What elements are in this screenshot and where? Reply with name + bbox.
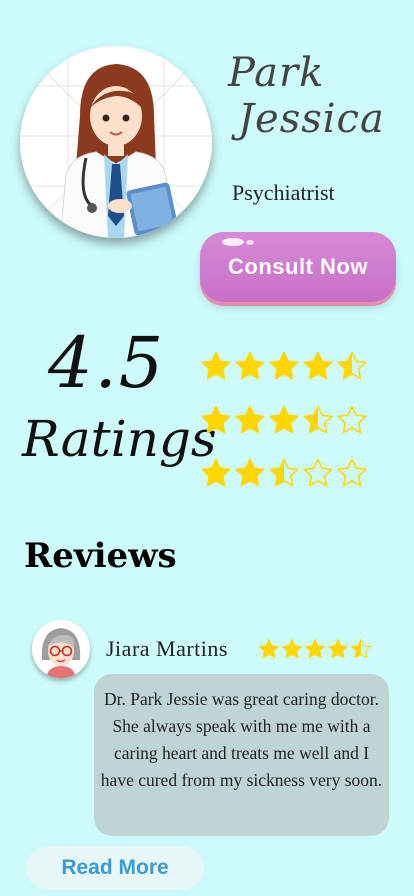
button-shine	[246, 240, 254, 245]
rating-stars-row	[200, 457, 368, 489]
star-half-icon	[269, 458, 299, 487]
star-full-icon	[269, 351, 299, 380]
rating-stars-row	[200, 350, 368, 382]
rating-label: Ratings	[22, 410, 217, 468]
review-text: Dr. Park Jessie was great caring doctor.…	[100, 689, 383, 790]
review-card: Dr. Park Jessie was great caring doctor.…	[94, 674, 389, 836]
star-empty-icon	[337, 405, 367, 434]
star-full-icon	[303, 351, 333, 380]
star-full-icon	[201, 458, 231, 487]
button-shine	[222, 238, 244, 246]
star-half-icon	[351, 639, 371, 659]
reviews-heading: Reviews	[24, 536, 177, 576]
reviewer-stars	[258, 638, 372, 660]
doctor-illustration	[20, 46, 212, 238]
read-more-label: Read More	[61, 856, 169, 879]
star-full-icon	[235, 405, 265, 434]
star-full-icon	[201, 351, 231, 380]
star-full-icon	[269, 405, 299, 434]
star-full-icon	[305, 639, 325, 659]
star-full-icon	[201, 405, 231, 434]
read-more-button[interactable]: Read More	[26, 846, 204, 890]
doctor-name: Park Jessica	[228, 50, 408, 142]
reviewer-name: Jiara Martins	[106, 636, 228, 661]
consult-now-button[interactable]: Consult Now	[200, 232, 396, 302]
star-half-icon	[303, 405, 333, 434]
reviewer-illustration	[41, 628, 81, 678]
star-full-icon	[235, 351, 265, 380]
star-empty-icon	[337, 458, 367, 487]
star-empty-icon	[303, 458, 333, 487]
doctor-last-name: Jessica	[238, 96, 385, 142]
doctor-first-name: Park	[228, 50, 325, 96]
star-full-icon	[235, 458, 265, 487]
rating-value: 4.5	[48, 322, 166, 404]
consult-now-label: Consult Now	[228, 254, 368, 279]
star-full-icon	[328, 639, 348, 659]
star-full-icon	[259, 639, 279, 659]
doctor-specialty: Psychiatrist	[232, 180, 335, 205]
reviewer-avatar	[32, 620, 90, 678]
star-full-icon	[282, 639, 302, 659]
star-half-icon	[337, 351, 367, 380]
doctor-avatar	[20, 46, 212, 238]
rating-stars-row	[200, 404, 368, 436]
